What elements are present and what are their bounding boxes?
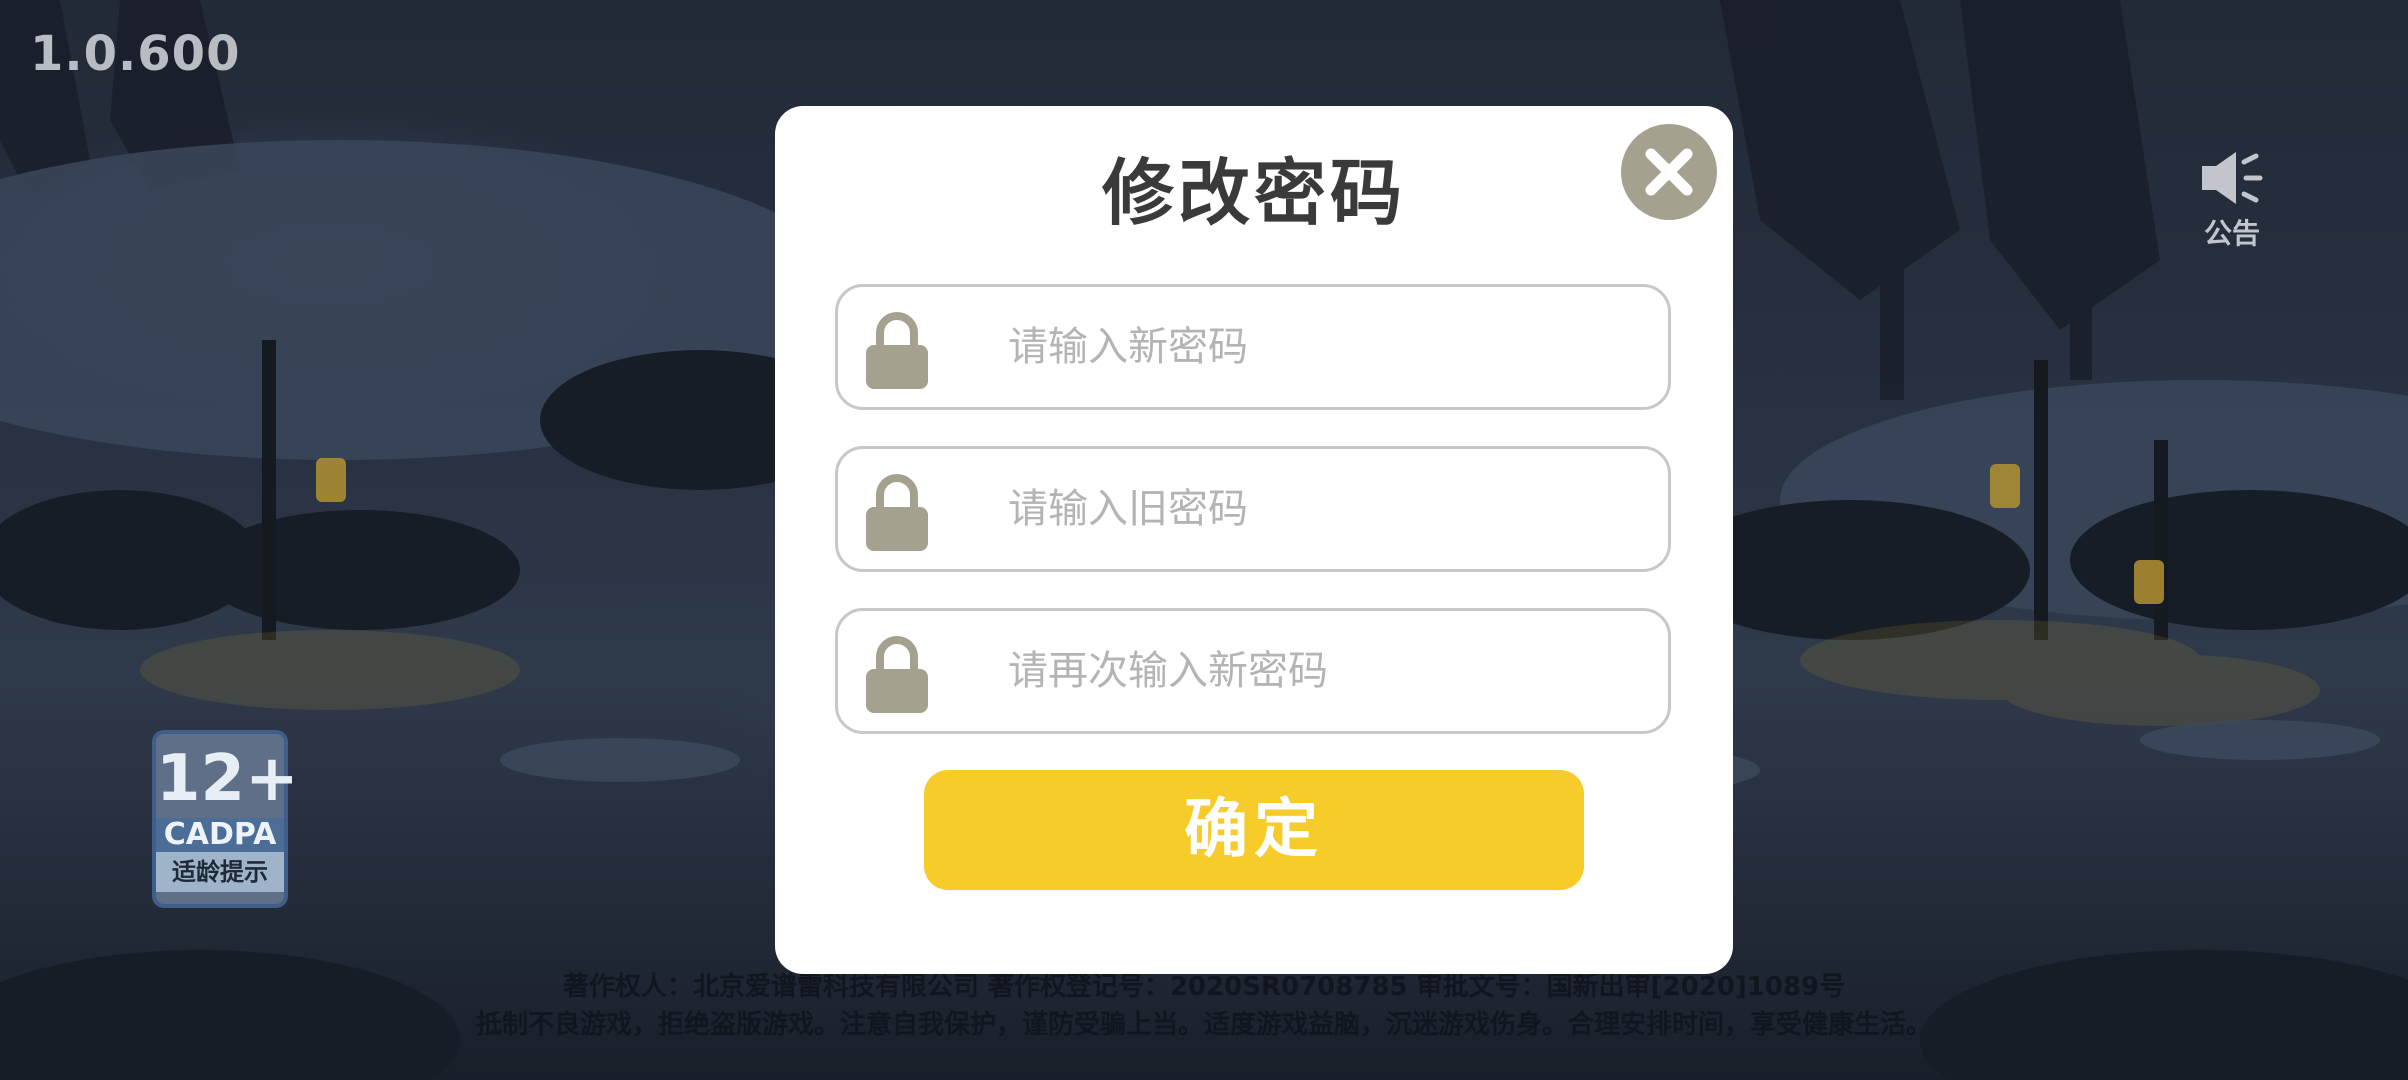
- speaker-icon: [2202, 152, 2263, 204]
- footer-health-notice: 抵制不良游戏，拒绝盗版游戏。注意自我保护，谨防受骗上当。适度游戏益脑，沉迷游戏伤…: [475, 1010, 1932, 1040]
- confirm-button[interactable]: 确定: [924, 770, 1584, 890]
- version-label: 1.0.600: [30, 26, 241, 82]
- change-password-dialog: 修改密码 确定: [775, 106, 1733, 974]
- close-icon: [1645, 148, 1693, 196]
- notice-label: 公告: [2203, 217, 2260, 250]
- age-rating-tip: 适龄提示: [156, 852, 284, 892]
- age-rating-badge: 12+ CADPA 适龄提示: [152, 730, 299, 908]
- new-password-field[interactable]: [835, 284, 1671, 410]
- age-rating-org: CADPA: [156, 818, 284, 852]
- notice-button[interactable]: 公告: [2196, 148, 2268, 252]
- old-password-field[interactable]: [835, 446, 1671, 572]
- confirm-password-input[interactable]: [1008, 633, 1628, 709]
- lock-icon: [866, 636, 928, 713]
- new-password-input[interactable]: [1008, 309, 1628, 385]
- old-password-input[interactable]: [1008, 471, 1628, 547]
- confirm-password-field[interactable]: [835, 608, 1671, 734]
- lock-icon: [866, 474, 928, 551]
- close-button[interactable]: [1621, 124, 1717, 220]
- age-rating-value: 12+: [156, 742, 299, 816]
- lock-icon: [866, 312, 928, 389]
- dialog-title: 修改密码: [1101, 151, 1406, 235]
